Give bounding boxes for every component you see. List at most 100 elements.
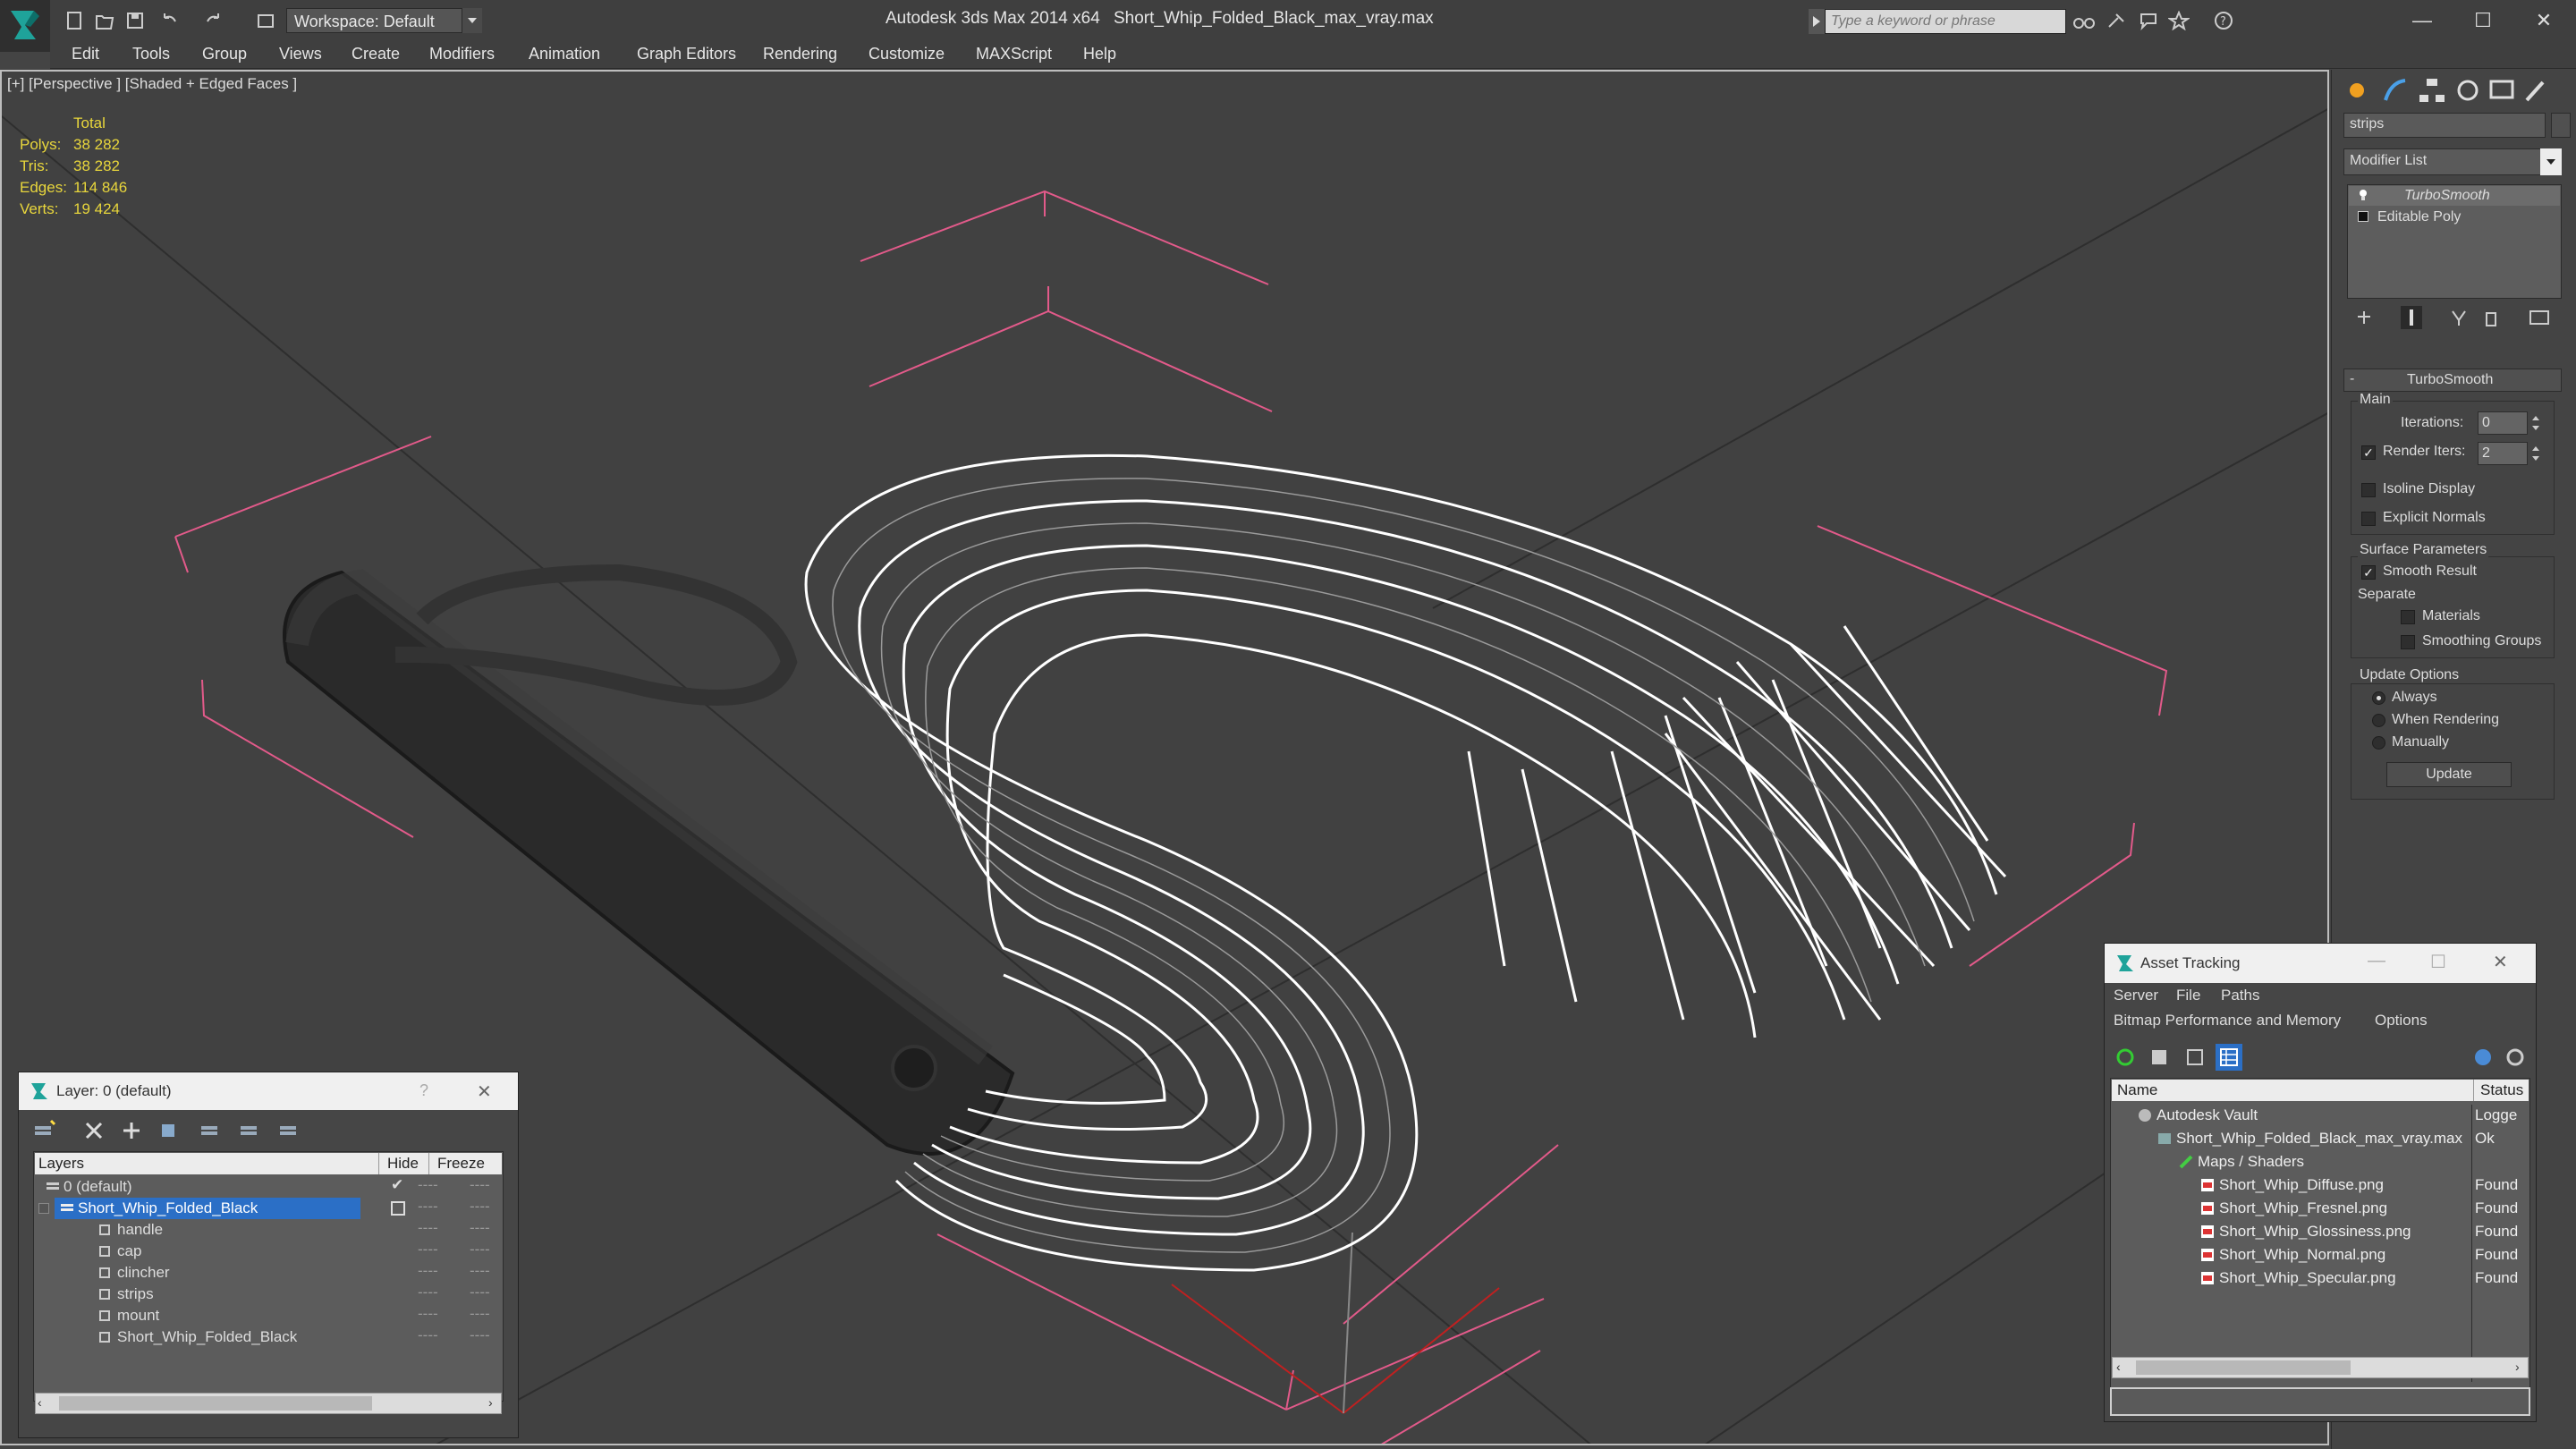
freeze-all-layers-icon[interactable] [276,1119,301,1142]
chevron-down-icon[interactable] [462,8,482,33]
menu-create[interactable]: Create [352,45,400,64]
menu-help[interactable]: Help [1083,45,1116,64]
binoculars-icon[interactable] [2073,11,2095,30]
asset-row[interactable]: Short_Whip_Diffuse.png Found [2110,1174,2529,1197]
workspace-dropdown[interactable]: Workspace: Default [286,8,481,33]
configure-sets-icon[interactable] [2528,308,2551,327]
spinner-arrows-icon[interactable] [2529,411,2542,435]
expand-box-icon[interactable] [2358,211,2368,222]
close-icon[interactable]: ✕ [2493,951,2508,973]
menu-animation[interactable]: Animation [529,45,600,64]
undo-icon[interactable] [159,11,181,30]
show-end-result-icon[interactable] [2401,306,2422,329]
object-row[interactable]: mount ---- ---- [35,1305,518,1326]
menu-options[interactable]: Options [2375,1012,2428,1030]
layer-window-titlebar[interactable]: Layer: 0 (default) ? ✕ [19,1072,518,1110]
make-unique-icon[interactable] [2449,308,2469,327]
app-logo-button[interactable] [0,0,50,52]
help-icon[interactable] [2471,1046,2495,1069]
col-name[interactable]: Name [2117,1081,2157,1099]
col-status[interactable]: Status [2480,1081,2523,1099]
freeze-toggle[interactable]: ---- [470,1219,490,1237]
horizontal-scrollbar[interactable]: ‹ › [2112,1357,2529,1378]
object-row[interactable]: strips ---- ---- [35,1284,518,1305]
pin-stack-icon[interactable] [2354,308,2374,327]
chevron-left-icon[interactable]: ‹ [2116,1360,2121,1374]
menu-customize[interactable]: Customize [869,45,945,64]
light-bulb-icon[interactable] [2358,188,2368,200]
maximize-button[interactable]: ☐ [2430,951,2446,973]
motion-tab-icon[interactable] [2452,75,2484,106]
save-file-icon[interactable] [125,11,147,30]
layer-row-default[interactable]: 0 (default) ✔ ---- ---- [35,1176,518,1198]
always-radio[interactable] [2372,691,2385,705]
col-hide[interactable]: Hide [387,1155,419,1173]
isoline-display-checkbox[interactable] [2361,483,2376,497]
menu-edit[interactable]: Edit [72,45,99,64]
menu-file[interactable]: File [2176,987,2200,1004]
smooth-result-checkbox[interactable]: ✓ [2361,565,2376,580]
materials-checkbox[interactable] [2401,610,2415,624]
asset-row[interactable]: Short_Whip_Fresnel.png Found [2110,1198,2529,1220]
freeze-toggle[interactable]: ---- [470,1305,490,1323]
help-icon[interactable]: ? [419,1081,428,1100]
hide-toggle[interactable]: ---- [418,1305,438,1323]
hide-all-layers-icon[interactable] [237,1119,262,1142]
asset-path-field[interactable] [2110,1387,2530,1416]
asset-window-titlebar[interactable]: Asset Tracking — ☐ ✕ [2105,944,2536,983]
smoothing-groups-checkbox[interactable] [2401,635,2415,649]
iterations-spinner[interactable]: 0 [2478,411,2528,435]
asset-row[interactable]: Short_Whip_Glossiness.png Found [2110,1221,2529,1243]
create-layer-icon[interactable] [31,1119,56,1142]
asset-row[interactable]: Short_Whip_Folded_Black_max_vray.max Ok [2110,1128,2529,1150]
select-in-layer-icon[interactable] [158,1119,183,1142]
close-icon[interactable]: ✕ [477,1080,492,1103]
chevron-down-icon[interactable] [2540,148,2562,175]
layer-row-short-whip[interactable]: Short_Whip_Folded_Black ---- ---- [35,1198,518,1219]
help-icon[interactable]: ? [2213,11,2234,30]
viewport-label[interactable]: [+] [Perspective ] [Shaded + Edged Faces… [7,75,297,93]
render-iters-checkbox[interactable]: ✓ [2361,445,2376,460]
update-button[interactable]: Update [2386,762,2512,787]
menu-maxscript[interactable]: MAXScript [976,45,1052,64]
asset-row[interactable]: Maps / Shaders [2110,1151,2529,1174]
menu-modifiers[interactable]: Modifiers [429,45,495,64]
object-color-swatch[interactable] [2551,113,2571,138]
object-row[interactable]: handle ---- ---- [35,1219,518,1241]
object-name-field[interactable]: strips [2343,113,2546,138]
horizontal-scrollbar[interactable]: ‹ › [35,1393,502,1414]
explicit-normals-checkbox[interactable] [2361,512,2376,526]
expand-icon[interactable] [38,1203,49,1214]
menu-bitmap-performance[interactable]: Bitmap Performance and Memory [2114,1012,2341,1030]
favorites-star-icon[interactable] [2166,10,2191,31]
menu-views[interactable]: Views [279,45,322,64]
delete-layer-icon[interactable] [81,1119,106,1142]
manually-radio[interactable] [2372,736,2385,750]
hide-toggle[interactable]: ---- [418,1176,438,1194]
scroll-thumb[interactable] [59,1396,372,1411]
tree-view-icon[interactable] [2183,1046,2207,1069]
new-file-icon[interactable] [64,11,86,30]
col-layers[interactable]: Layers [38,1155,84,1173]
list-view-icon[interactable] [2148,1046,2171,1069]
chevron-right-icon[interactable]: › [488,1395,493,1410]
when-rendering-radio[interactable] [2372,714,2385,727]
maximize-button[interactable]: ☐ [2458,5,2508,36]
hide-toggle[interactable]: ---- [418,1284,438,1301]
modifier-list-dropdown[interactable]: Modifier List [2343,148,2562,175]
menu-paths[interactable]: Paths [2221,987,2259,1004]
hide-toggle[interactable]: ---- [418,1219,438,1237]
modify-tab-icon[interactable] [2378,75,2411,106]
freeze-toggle[interactable]: ---- [470,1176,490,1194]
stack-item-editable-poly[interactable]: Editable Poly [2349,208,2560,227]
remove-modifier-icon[interactable] [2481,308,2501,327]
set-current-checkbox[interactable] [391,1201,405,1216]
freeze-toggle[interactable]: ---- [470,1284,490,1301]
turbosmooth-rollout-header[interactable]: - TurboSmooth [2343,369,2562,392]
redo-icon[interactable] [204,11,225,30]
freeze-toggle[interactable]: ---- [470,1326,490,1344]
create-tab-icon[interactable] [2341,75,2373,106]
freeze-toggle[interactable]: ---- [470,1198,490,1216]
hide-toggle[interactable]: ---- [418,1262,438,1280]
freeze-toggle[interactable]: ---- [470,1262,490,1280]
